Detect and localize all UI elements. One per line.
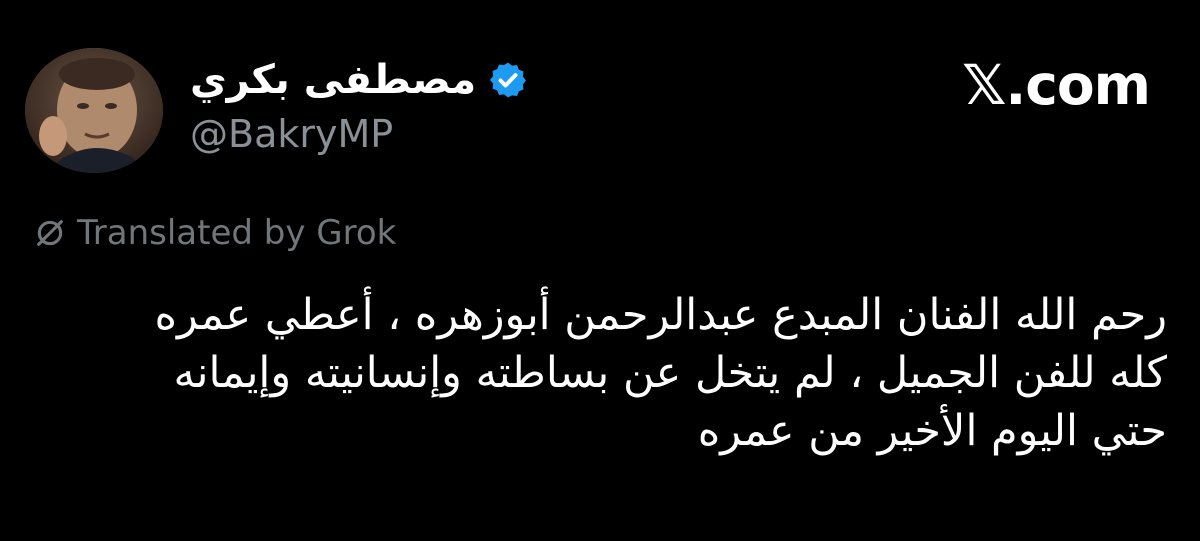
verified-badge-icon bbox=[488, 60, 528, 100]
x-logo: 𝕏.com bbox=[962, 53, 1151, 117]
grok-icon bbox=[33, 216, 67, 250]
tweet-line: كله للفن الجميل ، لم يتخل عن بساطته وإنس… bbox=[173, 348, 1167, 398]
tweet-line: حتي اليوم الأخير من عمره bbox=[697, 406, 1167, 456]
avatar-image bbox=[25, 48, 163, 173]
translation-label: Translated by Grok bbox=[77, 213, 397, 253]
user-handle[interactable]: @BakryMP bbox=[190, 113, 393, 156]
avatar[interactable] bbox=[25, 48, 163, 173]
display-name[interactable]: مصطفى بكري bbox=[190, 60, 476, 100]
tweet-text: رحم الله الفنان المبدع عبدالرحمن أبوزهره… bbox=[47, 286, 1167, 460]
translation-note[interactable]: Translated by Grok bbox=[33, 216, 396, 250]
tweet-line: رحم الله الفنان المبدع عبدالرحمن أبوزهره… bbox=[154, 290, 1167, 340]
author-name-row[interactable]: مصطفى بكري bbox=[190, 55, 528, 105]
